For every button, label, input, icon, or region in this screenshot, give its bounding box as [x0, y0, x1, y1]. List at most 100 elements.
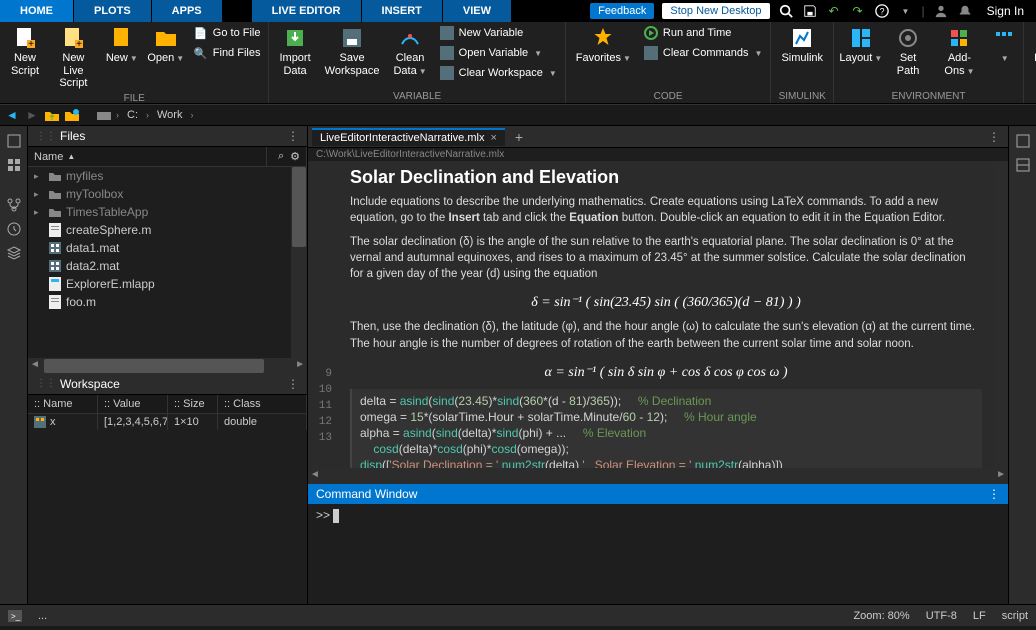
ws-col-size[interactable]: :: Size: [168, 395, 218, 413]
new-script-button[interactable]: +New Script: [4, 24, 46, 79]
expand-icon[interactable]: ▸: [34, 189, 44, 200]
new-button[interactable]: New▼: [101, 24, 143, 67]
tab-view[interactable]: VIEW: [443, 0, 511, 22]
clean-data-button[interactable]: Clean Data▼: [387, 24, 432, 79]
save-icon[interactable]: [802, 3, 818, 19]
tab-live-editor[interactable]: LIVE EDITOR: [252, 0, 361, 22]
drag-handle-icon[interactable]: ⋮⋮: [36, 378, 56, 389]
filter-icon[interactable]: ⌕: [278, 150, 284, 163]
clear-workspace-button[interactable]: Clear Workspace▼: [435, 64, 561, 82]
favorites-button[interactable]: Favorites▼: [570, 24, 637, 67]
editor-content[interactable]: Solar Declination and Elevation Include …: [338, 161, 994, 468]
search-icon[interactable]: [778, 3, 794, 19]
equation[interactable]: δ = sin⁻¹ ( sin(23.45) sin ( (360/365)(d…: [350, 290, 982, 319]
ws-col-value[interactable]: :: Value: [98, 395, 168, 413]
expand-icon[interactable]: ▸: [34, 171, 44, 182]
editor-tab[interactable]: LiveEditorInteractiveNarrative.mlx ×: [312, 128, 505, 146]
settings-gear-icon[interactable]: ⚙: [290, 150, 300, 163]
terminal-icon[interactable]: >_: [8, 610, 22, 622]
tab-plots[interactable]: PLOTS: [74, 0, 151, 22]
status-eol[interactable]: LF: [973, 610, 986, 622]
code-line[interactable]: alpha = asind(sind(delta)*sind(phi) + ..…: [360, 425, 974, 441]
code-block[interactable]: delta = asind(sind(23.45)*sind(360*(d - …: [350, 389, 982, 468]
run-and-time-button[interactable]: Run and Time: [639, 24, 767, 42]
forward-icon[interactable]: ►: [24, 107, 40, 123]
equation[interactable]: α = sin⁻¹ ( sin δ sin φ + cos δ cos φ co…: [350, 360, 982, 389]
notification-bell-icon[interactable]: [957, 3, 973, 19]
files-scrollbar-h[interactable]: ◄►: [28, 358, 307, 374]
stack-panel-icon[interactable]: [5, 244, 23, 262]
workspace-row[interactable]: x[1,2,3,4,5,6,7...1×10double: [28, 414, 307, 430]
status-type[interactable]: script: [1002, 610, 1028, 622]
env-more-button[interactable]: ▼: [988, 24, 1019, 67]
addons-button[interactable]: Add-Ons▼: [933, 24, 987, 79]
close-icon[interactable]: ×: [490, 132, 496, 144]
save-workspace-button[interactable]: Save Workspace: [319, 24, 386, 79]
folder-marked-icon[interactable]: [64, 107, 80, 123]
goto-file-button[interactable]: 📄Go to File: [189, 24, 265, 42]
code-line[interactable]: omega = 15*(solarTime.Hour + solarTime.M…: [360, 409, 974, 425]
expand-icon[interactable]: ▸: [34, 207, 44, 218]
drive-icon[interactable]: [96, 107, 112, 123]
find-files-button[interactable]: 🔍Find Files: [189, 44, 265, 62]
help-icon[interactable]: ?: [874, 3, 890, 19]
code-line[interactable]: cosd(delta)*cosd(phi)*cosd(omega));: [360, 441, 974, 457]
help-dropdown-icon[interactable]: ▼: [898, 3, 914, 19]
figure-panel-icon[interactable]: [1014, 132, 1032, 150]
command-window[interactable]: >>: [308, 504, 1008, 604]
path-drive[interactable]: C:: [123, 109, 142, 121]
status-zoom[interactable]: Zoom: 80%: [853, 610, 909, 622]
code-line[interactable]: delta = asind(sind(23.45)*sind(360*(d - …: [360, 393, 974, 409]
open-button[interactable]: Open▼: [145, 24, 187, 67]
back-icon[interactable]: ◄: [4, 107, 20, 123]
user-icon[interactable]: [933, 3, 949, 19]
panel-menu-icon[interactable]: ⋮: [988, 487, 1000, 501]
file-row[interactable]: ▸myfiles: [28, 167, 307, 185]
chevron-right-icon: ›: [116, 110, 119, 120]
path-folder[interactable]: Work: [153, 109, 186, 121]
file-row[interactable]: ▸myToolbox: [28, 185, 307, 203]
files-scrollbar[interactable]: [291, 167, 307, 358]
panel-menu-icon[interactable]: ⋮: [287, 129, 299, 143]
branch-panel-icon[interactable]: [5, 196, 23, 214]
ws-col-class[interactable]: :: Class: [218, 395, 307, 413]
help-button[interactable]: ?Help▼: [1028, 24, 1036, 67]
editor-scrollbar-v[interactable]: [994, 161, 1008, 468]
code-line[interactable]: disp(['Solar Declination = ' num2str(del…: [360, 457, 974, 468]
files-col-name[interactable]: Name ▲: [28, 147, 267, 166]
sign-in-link[interactable]: Sign In: [981, 4, 1030, 18]
add-tab-button[interactable]: +: [509, 129, 529, 145]
file-row[interactable]: data2.mat: [28, 257, 307, 275]
file-row[interactable]: ▸TimesTableApp: [28, 203, 307, 221]
editor-scrollbar-h[interactable]: ◄►: [308, 468, 1008, 484]
panel-menu-icon[interactable]: ⋮: [287, 377, 299, 391]
grid-panel-icon[interactable]: [5, 156, 23, 174]
tab-insert[interactable]: INSERT: [362, 0, 442, 22]
drag-handle-icon[interactable]: ⋮⋮: [36, 131, 56, 142]
file-row[interactable]: createSphere.m: [28, 221, 307, 239]
simulink-button[interactable]: Simulink: [775, 24, 829, 67]
open-variable-button[interactable]: Open Variable▼: [435, 44, 561, 62]
property-panel-icon[interactable]: [1014, 156, 1032, 174]
panel-menu-icon[interactable]: ⋮: [984, 130, 1004, 144]
files-panel-icon[interactable]: [5, 132, 23, 150]
set-path-button[interactable]: Set Path: [886, 24, 931, 79]
clear-commands-button[interactable]: Clear Commands▼: [639, 44, 767, 62]
stop-new-desktop-button[interactable]: Stop New Desktop: [662, 3, 769, 19]
new-live-script-button[interactable]: +New Live Script: [48, 24, 99, 92]
tab-home[interactable]: HOME: [0, 0, 73, 22]
tab-apps[interactable]: APPS: [152, 0, 222, 22]
feedback-button[interactable]: Feedback: [590, 3, 654, 19]
layout-button[interactable]: Layout▼: [838, 24, 884, 67]
up-folder-icon[interactable]: [44, 107, 60, 123]
file-row[interactable]: data1.mat: [28, 239, 307, 257]
file-row[interactable]: ExplorerE.mlapp: [28, 275, 307, 293]
ws-col-name[interactable]: :: Name: [28, 395, 98, 413]
import-data-button[interactable]: Import Data: [273, 24, 316, 79]
status-encoding[interactable]: UTF-8: [926, 610, 957, 622]
undo-icon[interactable]: ↶: [826, 3, 842, 19]
redo-icon[interactable]: ↷: [850, 3, 866, 19]
new-variable-button[interactable]: New Variable: [435, 24, 561, 42]
history-panel-icon[interactable]: [5, 220, 23, 238]
file-row[interactable]: foo.m: [28, 293, 307, 311]
